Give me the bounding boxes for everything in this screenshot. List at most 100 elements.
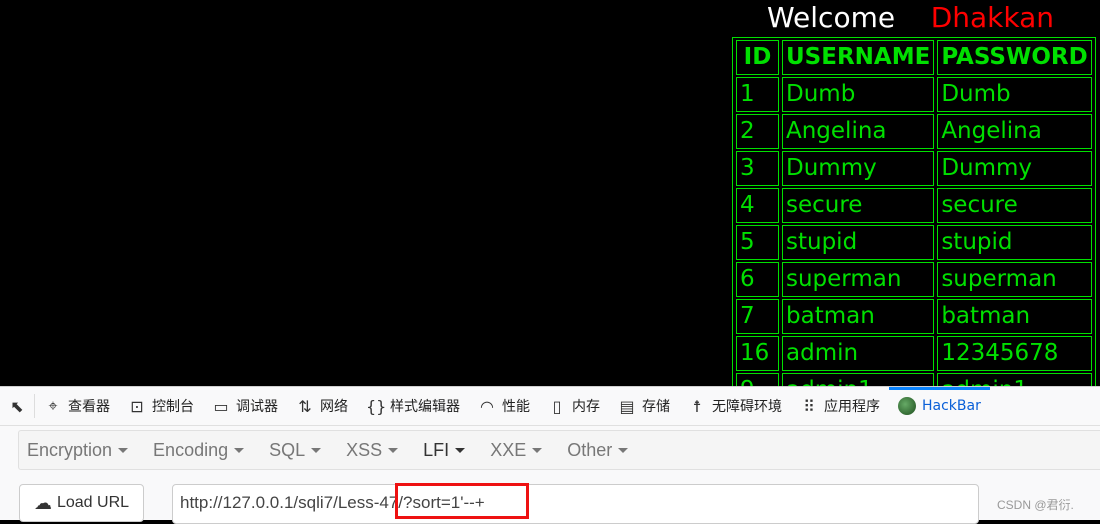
cell-id: 2 <box>736 114 779 149</box>
devtools-tab-1[interactable]: ⊡ 控制台 <box>119 387 203 425</box>
tab-label: HackBar <box>922 398 981 414</box>
devtools-tab-10[interactable]: HackBar <box>889 387 990 425</box>
menu-xxe[interactable]: XXE <box>482 440 550 461</box>
devtools-tab-9[interactable]: ⠿ 应用程序 <box>791 387 889 425</box>
tab-label: 存储 <box>642 399 670 415</box>
user-name: Dhakkan <box>930 1 1054 34</box>
header-password: PASSWORD <box>937 40 1092 75</box>
tab-label: 控制台 <box>152 399 194 415</box>
tab-label: 网络 <box>320 399 348 415</box>
caret-down-icon <box>118 448 129 454</box>
performance-icon: ◠ <box>480 396 494 416</box>
memory-icon: ▯ <box>552 396 562 416</box>
devtools-tab-8[interactable]: ☨ 无障碍环境 <box>679 387 791 425</box>
cell-password: Angelina <box>937 114 1092 149</box>
welcome-heading: Welcome Dhakkan <box>732 0 1089 36</box>
cell-password: stupid <box>937 225 1092 260</box>
network-icon: ⇅ <box>298 396 312 416</box>
devtools-tab-0[interactable]: ⌖ 查看器 <box>35 387 119 425</box>
caret-down-icon <box>455 448 466 454</box>
menu-label: LFI <box>423 439 450 460</box>
header-username: USERNAME <box>782 40 935 75</box>
table-row: 6 superman superman <box>736 262 1092 297</box>
table-row: 2 Angelina Angelina <box>736 114 1092 149</box>
element-picker-button[interactable]: ⬉ <box>0 394 35 418</box>
inspector-icon: ⌖ <box>48 396 58 415</box>
devtools-panel: ⬉ ⌖ 查看器 ⊡ 控制台 ▭ 调试器 ⇅ 网络 {} 样式编辑器 ◠ 性能 ▯ 内存 ▤ 存储 ☨ 无障碍环境 ⠿… <box>0 386 1100 524</box>
tab-label: 内存 <box>572 399 600 415</box>
devtools-tab-2[interactable]: ▭ 调试器 <box>203 387 287 425</box>
cell-username: superman <box>782 262 935 297</box>
cell-password: 12345678 <box>937 336 1092 371</box>
menu-label: SQL <box>269 439 306 460</box>
cell-username: Dumb <box>782 77 935 112</box>
header-id: ID <box>736 40 779 75</box>
menu-xss[interactable]: XSS <box>338 440 406 461</box>
devtools-toolbar: ⬉ ⌖ 查看器 ⊡ 控制台 ▭ 调试器 ⇅ 网络 {} 样式编辑器 ◠ 性能 ▯ 内存 ▤ 存储 ☨ 无障碍环境 ⠿… <box>0 386 1100 426</box>
menu-label: Encryption <box>27 439 113 460</box>
console-icon: ⊡ <box>130 396 144 416</box>
table-row: 7 batman batman <box>736 299 1092 334</box>
caret-down-icon <box>388 448 399 454</box>
tab-label: 调试器 <box>236 399 278 415</box>
cell-id: 7 <box>736 299 779 334</box>
menu-label: Other <box>567 439 613 460</box>
table-row: 16 admin 12345678 <box>736 336 1092 371</box>
cell-username: Dummy <box>782 151 935 186</box>
cell-id: 3 <box>736 151 779 186</box>
cell-password: Dumb <box>937 77 1092 112</box>
tab-label: 应用程序 <box>824 399 880 415</box>
debugger-icon: ▭ <box>213 396 229 416</box>
caret-down-icon <box>618 448 629 454</box>
caret-down-icon <box>532 448 543 454</box>
menu-other[interactable]: Other <box>559 440 636 461</box>
caret-down-icon <box>311 448 322 454</box>
style-editor-icon: {} <box>366 396 387 416</box>
table-row: 1 Dumb Dumb <box>736 77 1092 112</box>
cloud-download-icon: ☁ <box>33 492 52 513</box>
menu-lfi[interactable]: LFI <box>415 440 473 461</box>
menu-encryption[interactable]: Encryption <box>19 440 136 461</box>
cell-username: Angelina <box>782 114 935 149</box>
hackbar-menu: Encryption Encoding SQL XSS LFI XXE Other <box>18 430 1100 470</box>
highlight-box <box>395 483 529 519</box>
watermark: CSDN @君衍. <box>997 498 1074 512</box>
table-row: 3 Dummy Dummy <box>736 151 1092 186</box>
menu-label: Encoding <box>153 439 229 460</box>
devtools-tab-3[interactable]: ⇅ 网络 <box>287 387 357 425</box>
welcome-text: Welcome <box>767 1 896 34</box>
url-input[interactable]: http://127.0.0.1/sqli7/Less-47/?sort=1'-… <box>172 484 979 524</box>
cell-username: secure <box>782 188 935 223</box>
table-row: 5 stupid stupid <box>736 225 1092 260</box>
menu-label: XXE <box>490 439 527 460</box>
menu-encoding[interactable]: Encoding <box>145 440 252 461</box>
cell-username: admin <box>782 336 935 371</box>
cell-password: superman <box>937 262 1092 297</box>
application-icon: ⠿ <box>803 396 815 416</box>
hackbar-icon <box>898 397 916 415</box>
tab-label: 性能 <box>502 399 530 415</box>
cell-password: batman <box>937 299 1092 334</box>
menu-sql[interactable]: SQL <box>261 440 329 461</box>
tab-label: 无障碍环境 <box>712 399 782 415</box>
devtools-tab-4[interactable]: {} 样式编辑器 <box>357 387 469 425</box>
cell-password: Dummy <box>937 151 1092 186</box>
cell-id: 4 <box>736 188 779 223</box>
devtools-tab-5[interactable]: ◠ 性能 <box>469 387 539 425</box>
menu-label: XSS <box>346 439 383 460</box>
cell-id: 16 <box>736 336 779 371</box>
cell-username: batman <box>782 299 935 334</box>
tab-label: 查看器 <box>68 399 110 415</box>
caret-down-icon <box>234 448 245 454</box>
devtools-tab-7[interactable]: ▤ 存储 <box>609 387 679 425</box>
table-row: 4 secure secure <box>736 188 1092 223</box>
cell-id: 5 <box>736 225 779 260</box>
accessibility-icon: ☨ <box>692 396 702 416</box>
storage-icon: ▤ <box>619 396 635 416</box>
cell-id: 6 <box>736 262 779 297</box>
devtools-tab-6[interactable]: ▯ 内存 <box>539 387 609 425</box>
load-url-button[interactable]: ☁ Load URL <box>19 484 144 522</box>
load-url-label: Load URL <box>56 494 130 511</box>
cell-password: secure <box>937 188 1092 223</box>
users-table: ID USERNAME PASSWORD 1 Dumb Dumb 2 Angelina A… <box>732 37 1096 411</box>
